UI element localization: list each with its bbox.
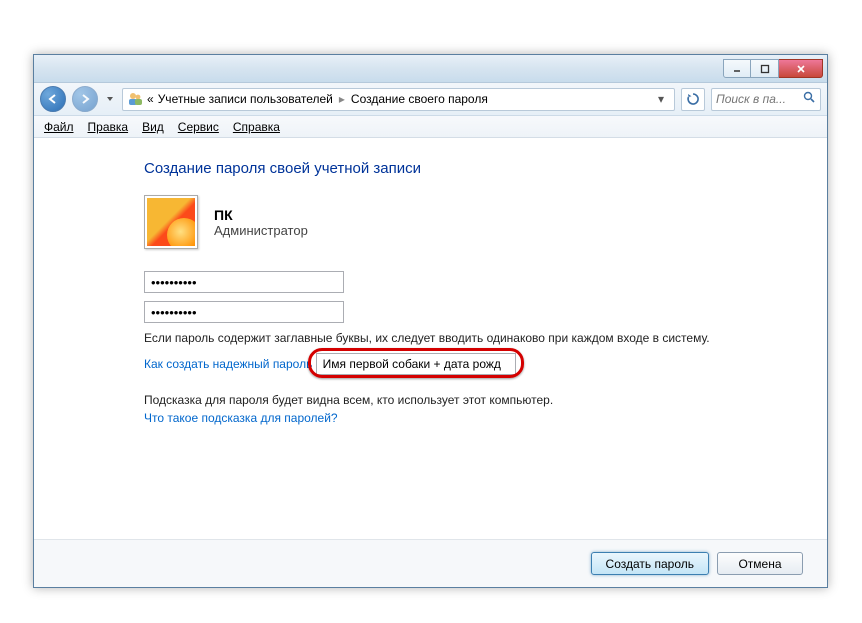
breadcrumb-separator-icon: ▸ bbox=[333, 92, 351, 106]
users-icon bbox=[127, 91, 143, 107]
window-controls bbox=[723, 59, 823, 78]
strong-password-link[interactable]: Как создать надежный пароль bbox=[144, 357, 312, 371]
menu-edit[interactable]: Правка bbox=[88, 120, 129, 134]
forward-button[interactable] bbox=[72, 86, 98, 112]
breadcrumb-item[interactable]: Учетные записи пользователей bbox=[158, 92, 333, 106]
maximize-button[interactable] bbox=[751, 59, 779, 78]
control-panel-window: « Учетные записи пользователей ▸ Создани… bbox=[33, 54, 828, 588]
hint-visibility-note: Подсказка для пароля будет видна всем, к… bbox=[144, 393, 787, 407]
back-button[interactable] bbox=[40, 86, 66, 112]
menu-tools[interactable]: Сервис bbox=[178, 120, 219, 134]
password-hint-field[interactable] bbox=[316, 353, 516, 375]
breadcrumb[interactable]: « Учетные записи пользователей ▸ Создани… bbox=[122, 88, 675, 111]
account-name: ПК bbox=[214, 207, 308, 223]
minimize-button[interactable] bbox=[723, 59, 751, 78]
breadcrumb-prefix: « bbox=[147, 92, 154, 106]
navbar: « Учетные записи пользователей ▸ Создани… bbox=[34, 83, 827, 116]
close-button[interactable] bbox=[779, 59, 823, 78]
menubar: Файл Правка Вид Сервис Справка bbox=[34, 116, 827, 138]
flower-icon bbox=[147, 198, 195, 246]
footer: Создать пароль Отмена bbox=[34, 539, 827, 587]
search-box[interactable] bbox=[711, 88, 821, 111]
breadcrumb-dropdown-icon[interactable]: ▾ bbox=[652, 92, 670, 106]
menu-help[interactable]: Справка bbox=[233, 120, 280, 134]
password-confirm-field[interactable] bbox=[144, 301, 344, 323]
what-is-hint-link[interactable]: Что такое подсказка для паролей? bbox=[144, 411, 338, 425]
account-info: ПК Администратор bbox=[144, 195, 787, 249]
cancel-button[interactable]: Отмена bbox=[717, 552, 803, 575]
hint-field-wrap bbox=[316, 353, 516, 375]
account-role: Администратор bbox=[214, 223, 308, 238]
refresh-button[interactable] bbox=[681, 88, 705, 111]
menu-file[interactable]: Файл bbox=[44, 120, 74, 134]
create-password-button[interactable]: Создать пароль bbox=[591, 552, 709, 575]
password-field[interactable] bbox=[144, 271, 344, 293]
menu-view[interactable]: Вид bbox=[142, 120, 164, 134]
page-title: Создание пароля своей учетной записи bbox=[144, 160, 787, 177]
titlebar bbox=[34, 55, 827, 83]
content-area: Создание пароля своей учетной записи ПК … bbox=[34, 138, 827, 539]
caps-note: Если пароль содержит заглавные буквы, их… bbox=[144, 331, 787, 345]
avatar bbox=[144, 195, 198, 249]
search-icon bbox=[803, 91, 816, 107]
nav-history-dropdown[interactable] bbox=[104, 86, 116, 112]
breadcrumb-item[interactable]: Создание своего пароля bbox=[351, 92, 488, 106]
account-text: ПК Администратор bbox=[214, 207, 308, 238]
search-input[interactable] bbox=[716, 92, 796, 106]
